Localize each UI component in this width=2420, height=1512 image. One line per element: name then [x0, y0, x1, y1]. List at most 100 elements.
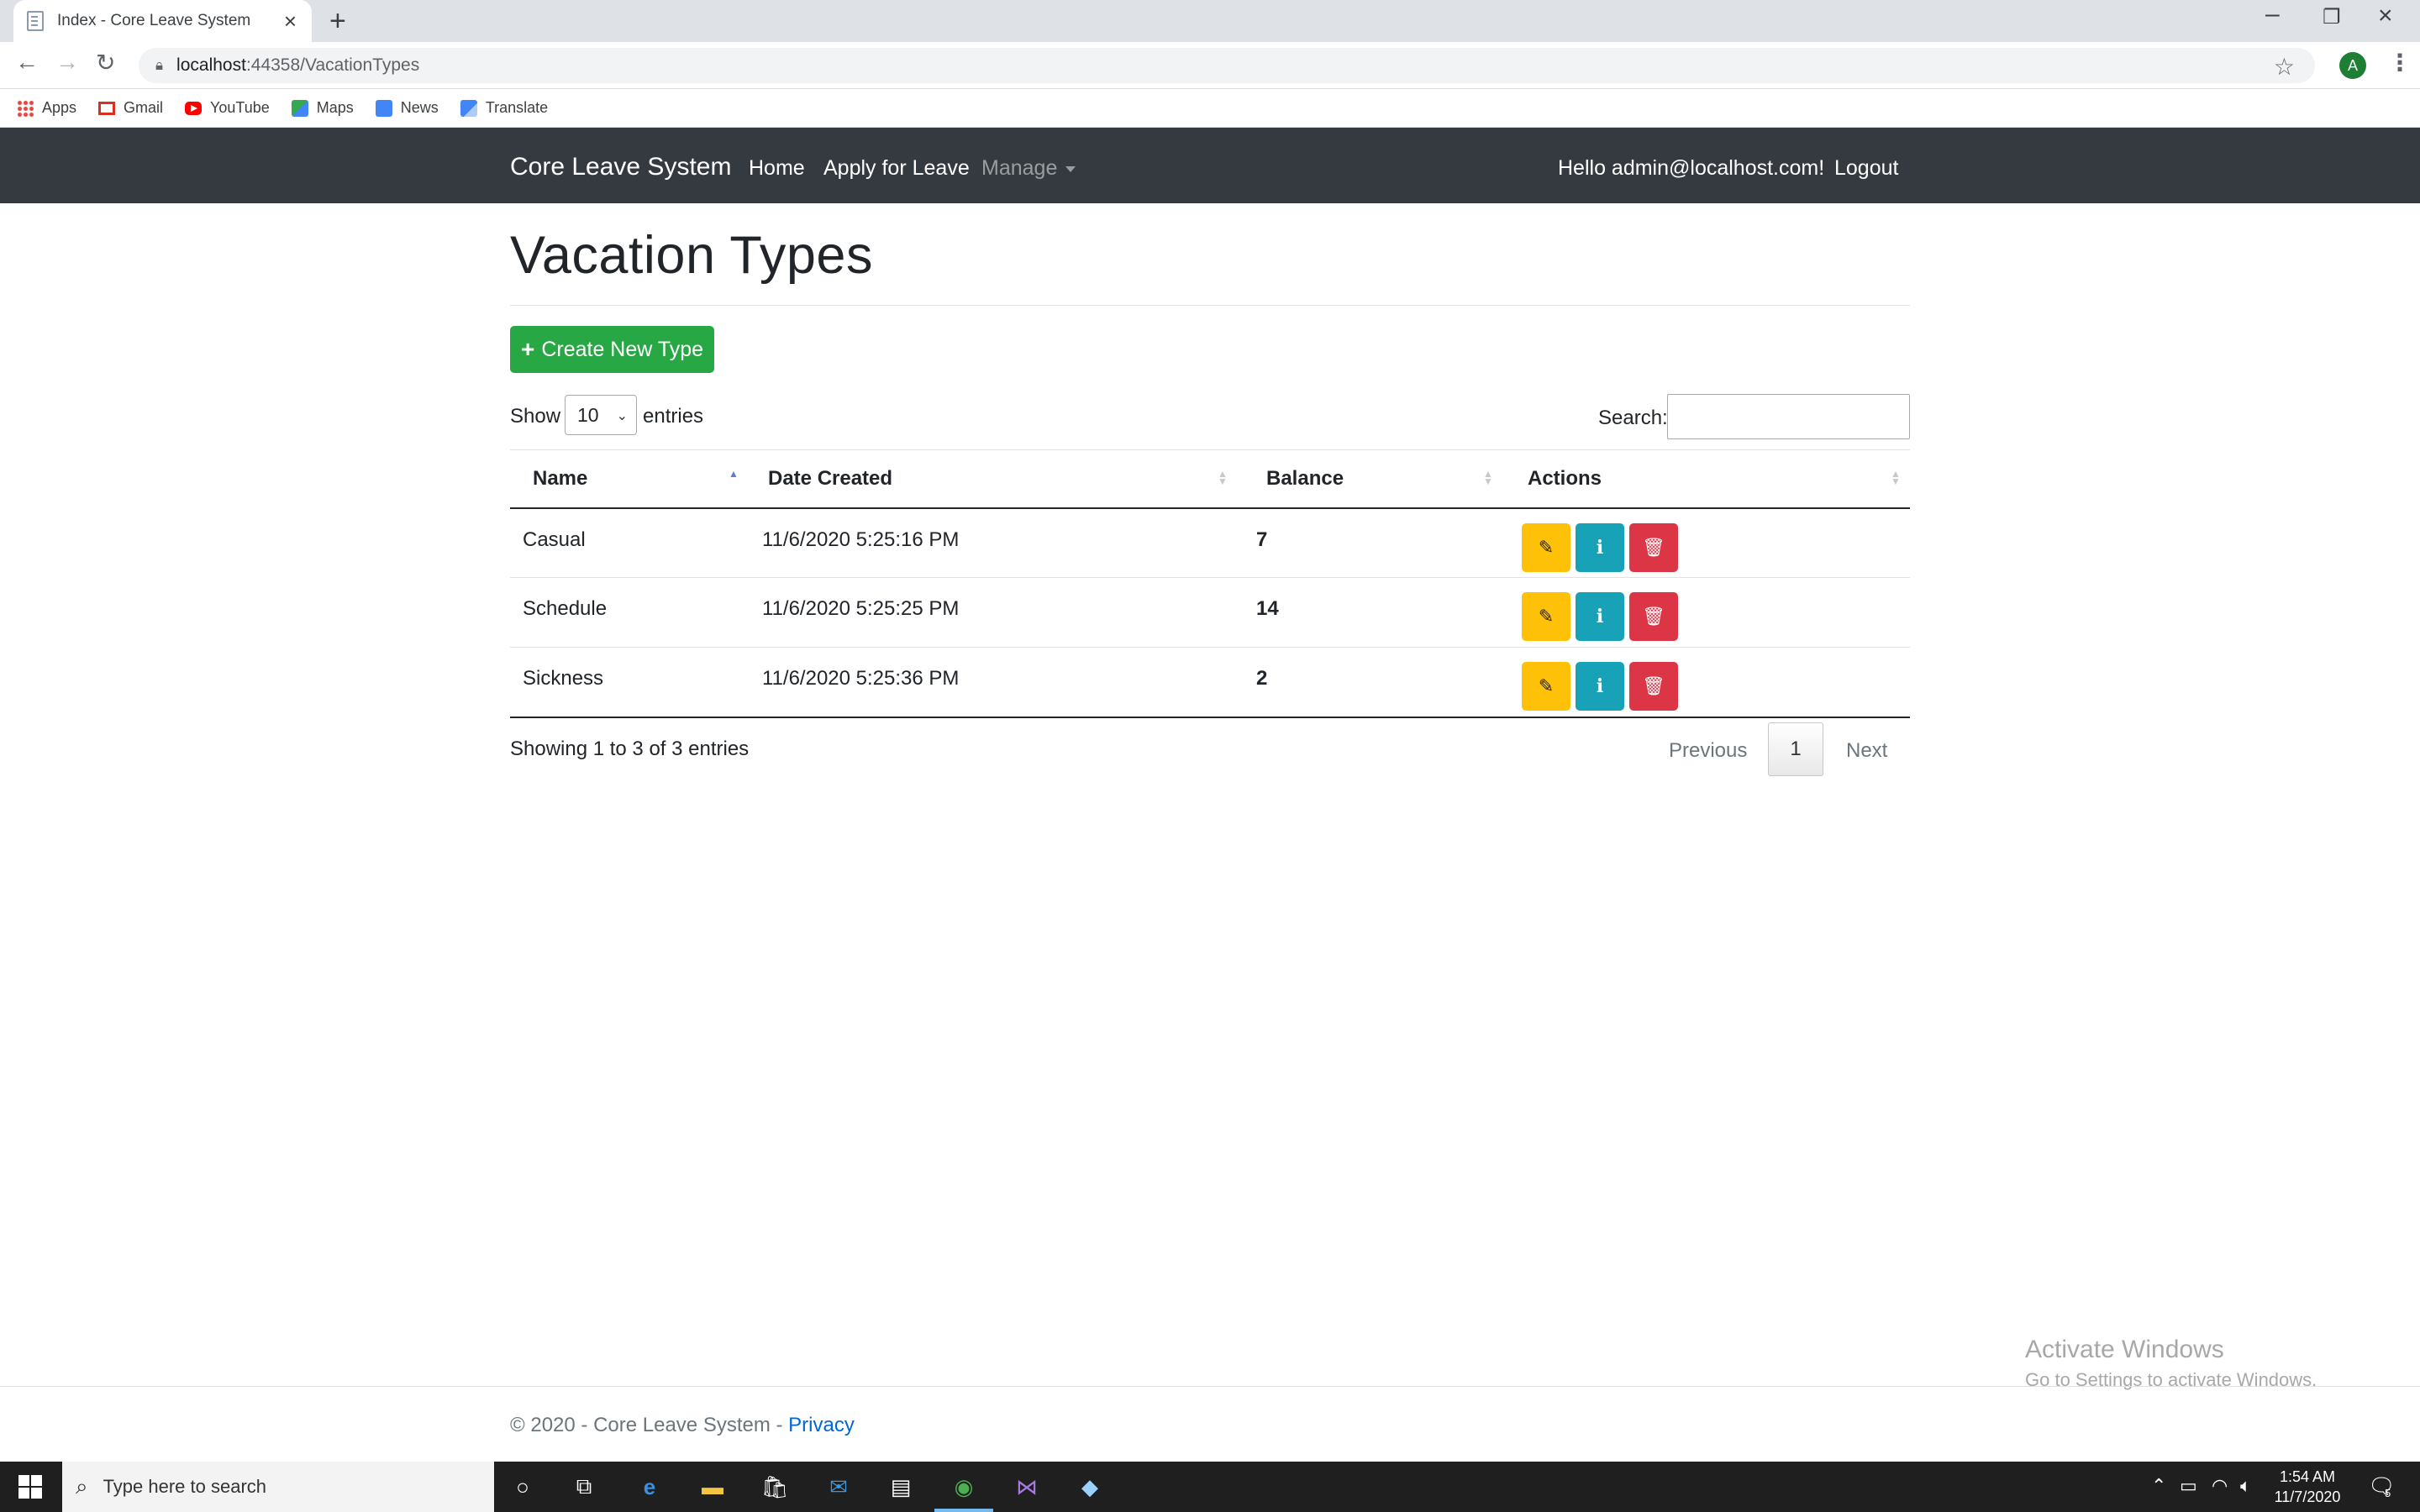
- wifi-icon[interactable]: ◠: [2212, 1475, 2228, 1497]
- browser-tab[interactable]: Index - Core Leave System ×: [13, 0, 312, 42]
- column-header-date-created[interactable]: Date Created ▲ ▼: [749, 449, 1239, 509]
- edge-browser-icon[interactable]: e: [634, 1472, 665, 1502]
- page-length-value: 10: [577, 403, 599, 426]
- column-header-label: Name: [533, 466, 588, 490]
- profile-avatar[interactable]: A: [2339, 52, 2366, 79]
- search-icon: ⌕: [76, 1473, 88, 1499]
- cortana-icon[interactable]: ○: [508, 1472, 538, 1502]
- table-row: Casual 11/6/2020 5:25:16 PM 7 ✎ i 🗑︎: [510, 507, 1910, 578]
- trash-icon: 🗑︎: [1642, 675, 1665, 696]
- bookmark-news[interactable]: News: [375, 99, 439, 117]
- column-header-label: Balance: [1266, 466, 1344, 490]
- create-new-type-button[interactable]: + Create New Type: [510, 326, 714, 373]
- reload-icon[interactable]: ↻: [96, 49, 115, 76]
- mail-icon[interactable]: ✉: [823, 1472, 854, 1502]
- page-title: Vacation Types: [510, 226, 873, 285]
- app-icon[interactable]: ▤: [886, 1472, 916, 1502]
- battery-icon[interactable]: ▭: [2180, 1475, 2197, 1497]
- privacy-link[interactable]: Privacy: [788, 1414, 855, 1436]
- file-explorer-icon[interactable]: ▬: [697, 1472, 728, 1502]
- url-host: localhost: [176, 55, 246, 75]
- details-button[interactable]: i: [1576, 592, 1624, 641]
- bookmark-star-icon[interactable]: ☆: [2274, 53, 2295, 81]
- volume-icon[interactable]: 🔈︎: [2240, 1475, 2251, 1497]
- table-row: Sickness 11/6/2020 5:25:36 PM 2 ✎ i 🗑︎: [510, 647, 1910, 718]
- pencil-icon: ✎: [1538, 606, 1555, 627]
- browser-menu-icon[interactable]: ⋮: [2388, 49, 2412, 76]
- lock-icon[interactable]: 🔒︎: [155, 57, 163, 74]
- page-favicon-icon: [27, 11, 44, 31]
- bookmark-translate[interactable]: Translate: [460, 99, 548, 117]
- activate-windows-title: Activate Windows: [2025, 1336, 2224, 1363]
- system-clock[interactable]: 1:54 AM 11/7/2020: [2274, 1467, 2341, 1507]
- search-input[interactable]: [1667, 394, 1910, 439]
- delete-button[interactable]: 🗑︎: [1629, 592, 1678, 641]
- trash-icon: 🗑︎: [1642, 606, 1665, 627]
- nav-manage-label: Manage: [981, 156, 1058, 180]
- visual-studio-icon[interactable]: ⋈: [1012, 1472, 1042, 1502]
- nav-home[interactable]: Home: [749, 156, 805, 181]
- app-navbar: Core Leave System Home Apply for Leave M…: [0, 128, 2420, 203]
- chrome-icon[interactable]: ◉: [949, 1472, 979, 1502]
- details-button[interactable]: i: [1576, 662, 1624, 711]
- column-header-actions[interactable]: Actions ▲ ▼: [1503, 449, 1910, 509]
- bookmark-label: Translate: [485, 99, 549, 116]
- edit-button[interactable]: ✎: [1522, 592, 1570, 641]
- task-view-icon[interactable]: ⧉: [569, 1472, 599, 1502]
- maps-icon: [291, 99, 308, 117]
- bookmark-gmail[interactable]: Gmail: [98, 99, 163, 117]
- activate-windows-subtitle: Go to Settings to activate Windows.: [2025, 1369, 2317, 1390]
- notification-center-icon[interactable]: 🗨︎: [2368, 1473, 2396, 1499]
- title-divider: [510, 305, 1910, 306]
- bookmark-label: YouTube: [210, 99, 270, 116]
- taskbar-search-box[interactable]: ⌕ Type here to search: [62, 1462, 494, 1512]
- cell-balance: 14: [1239, 577, 1503, 648]
- cell-name: Schedule: [510, 577, 749, 648]
- clock-time: 1:54 AM: [2279, 1468, 2336, 1485]
- close-tab-icon[interactable]: ×: [284, 8, 297, 34]
- create-button-label: Create New Type: [541, 337, 704, 361]
- pagination-previous[interactable]: Previous: [1669, 739, 1747, 763]
- gmail-icon: [98, 101, 116, 115]
- navbar-brand[interactable]: Core Leave System: [510, 153, 731, 181]
- column-header-balance[interactable]: Balance ▲ ▼: [1239, 449, 1503, 509]
- windows-start-icon[interactable]: [18, 1475, 42, 1499]
- delete-button[interactable]: 🗑︎: [1629, 662, 1678, 711]
- window-close-icon[interactable]: ×: [2378, 2, 2393, 30]
- pagination-next[interactable]: Next: [1846, 739, 1887, 763]
- column-header-name[interactable]: Name ▲: [510, 449, 749, 509]
- page-length-select[interactable]: 10 ⌄: [565, 395, 637, 435]
- minimize-icon[interactable]: –: [2265, 0, 2280, 29]
- translate-icon: [460, 99, 477, 117]
- bookmark-apps[interactable]: Apps: [17, 99, 76, 117]
- cell-actions: ✎ i 🗑︎: [1503, 507, 1910, 578]
- nav-logout[interactable]: Logout: [1834, 156, 1898, 181]
- address-bar[interactable]: 🔒︎ localhost:44358/VacationTypes ☆: [139, 48, 2315, 83]
- table-header-row: Name ▲ Date Created ▲ ▼ Balance ▲ ▼ Action…: [510, 449, 1910, 509]
- back-arrow-icon[interactable]: ←: [15, 49, 39, 76]
- new-tab-icon[interactable]: +: [329, 5, 346, 38]
- bookmarks-bar: Apps Gmail YouTube Maps News Translate: [0, 89, 2420, 128]
- pagination-page-current[interactable]: 1: [1768, 722, 1823, 776]
- restore-icon[interactable]: ❐: [2323, 5, 2341, 29]
- tab-title: Index - Core Leave System: [57, 12, 251, 29]
- delete-button[interactable]: 🗑︎: [1629, 522, 1678, 572]
- bookmark-label: News: [400, 99, 439, 116]
- forward-arrow-icon[interactable]: →: [55, 49, 79, 76]
- tray-chevron-up-icon[interactable]: ⌃: [2151, 1475, 2166, 1497]
- store-icon[interactable]: 🛍︎: [760, 1472, 790, 1502]
- pencil-icon: ✎: [1538, 536, 1555, 558]
- user-greeting[interactable]: Hello admin@localhost.com!: [1558, 156, 1824, 181]
- table-row: Schedule 11/6/2020 5:25:25 PM 14 ✎ i 🗑︎: [510, 577, 1910, 648]
- browser-tab-strip: Index - Core Leave System × + – ❐ ×: [0, 0, 2420, 42]
- edit-button[interactable]: ✎: [1522, 662, 1570, 711]
- details-button[interactable]: i: [1576, 522, 1624, 572]
- sort-icon: ▲: [729, 469, 739, 479]
- column-header-label: Date Created: [768, 466, 893, 490]
- nav-apply-for-leave[interactable]: Apply for Leave: [823, 156, 970, 181]
- edit-button[interactable]: ✎: [1522, 522, 1570, 572]
- bookmark-youtube[interactable]: YouTube: [185, 99, 270, 117]
- nav-manage-dropdown[interactable]: Manage: [981, 156, 1076, 181]
- app-icon[interactable]: ◆: [1075, 1472, 1105, 1502]
- bookmark-maps[interactable]: Maps: [291, 99, 354, 117]
